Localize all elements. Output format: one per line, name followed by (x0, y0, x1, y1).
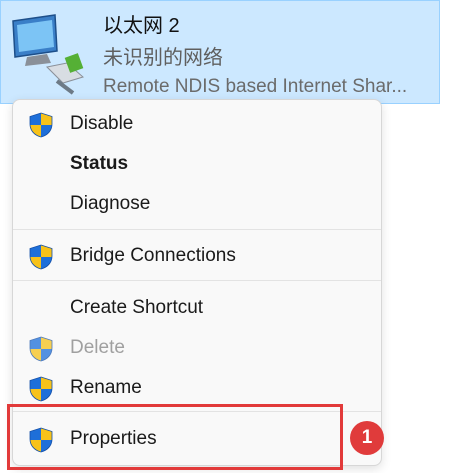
menu-item-label: Disable (70, 113, 134, 134)
uac-shield-icon (28, 112, 54, 138)
menu-item-bridge-connections[interactable]: Bridge Connections (13, 238, 381, 276)
menu-separator (13, 280, 381, 281)
menu-item-diagnose[interactable]: Diagnose (13, 186, 381, 224)
menu-item-label: Bridge Connections (70, 245, 236, 266)
menu-item-label: Status (70, 153, 129, 174)
highlight-box (7, 404, 343, 470)
uac-shield-icon (28, 244, 54, 270)
menu-item-label: Delete (70, 337, 125, 358)
menu-item-delete: Delete (13, 330, 381, 368)
network-adapter-icon (12, 14, 85, 95)
network-adapter-tile[interactable]: 以太网 2 未识别的网络 Remote NDIS based Internet … (0, 0, 440, 104)
menu-item-create-shortcut[interactable]: Create Shortcut (13, 290, 381, 328)
adapter-status: 未识别的网络 (103, 47, 223, 69)
menu-separator (13, 229, 381, 230)
menu-item-label: Diagnose (70, 193, 151, 214)
uac-shield-icon (28, 376, 54, 402)
menu-item-rename[interactable]: Rename (13, 370, 381, 408)
adapter-name: 以太网 2 (103, 15, 180, 37)
menu-item-disable[interactable]: Disable (13, 106, 381, 144)
menu-item-label: Rename (70, 377, 142, 398)
uac-shield-icon (28, 336, 54, 362)
menu-item-status[interactable]: Status (13, 146, 381, 184)
step-badge: 1 (350, 421, 384, 455)
menu-item-label: Create Shortcut (70, 297, 204, 318)
adapter-device-name: Remote NDIS based Internet Shar... (103, 76, 408, 97)
